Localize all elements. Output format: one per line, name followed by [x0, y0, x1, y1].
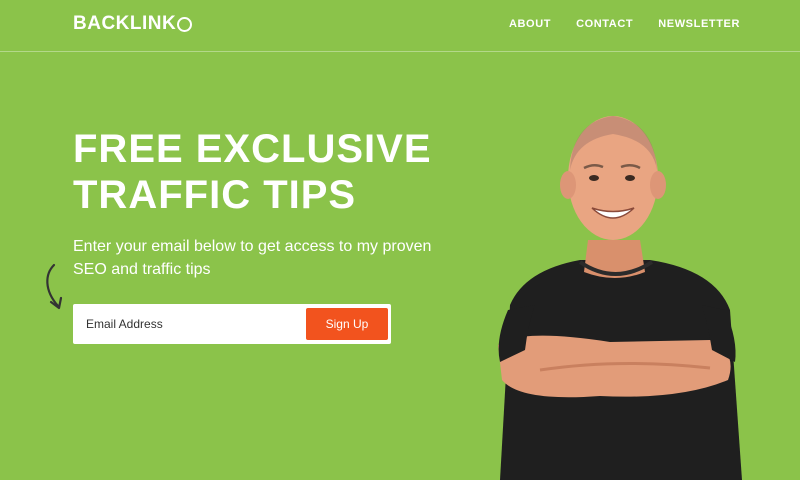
- curved-arrow-icon: [46, 263, 63, 310]
- logo-ring-icon: [177, 16, 193, 32]
- headline-line-2: TRAFFIC TIPS: [73, 173, 357, 217]
- email-input[interactable]: [73, 304, 298, 344]
- signup-button[interactable]: Sign Up: [306, 308, 388, 340]
- hero-subtext: Enter your email below to get access to …: [73, 238, 432, 278]
- backlinko-logo[interactable]: BACKLINK: [73, 13, 193, 35]
- author-photo: [498, 116, 742, 480]
- nav-newsletter[interactable]: NEWSLETTER: [658, 18, 740, 30]
- headline-line-1: FREE EXCLUSIVE: [73, 127, 432, 171]
- signup-form: Sign Up: [73, 304, 391, 344]
- site-header: BACKLINK ABOUT CONTACT NEWSLETTER: [0, 0, 800, 52]
- nav-contact[interactable]: CONTACT: [576, 18, 633, 30]
- nav-about[interactable]: ABOUT: [509, 18, 551, 30]
- hero-headline: FREE EXCLUSIVE TRAFFIC TIPS: [73, 126, 432, 218]
- main-nav: ABOUT CONTACT NEWSLETTER: [509, 18, 740, 30]
- logo-text: BACKLINK: [73, 13, 177, 34]
